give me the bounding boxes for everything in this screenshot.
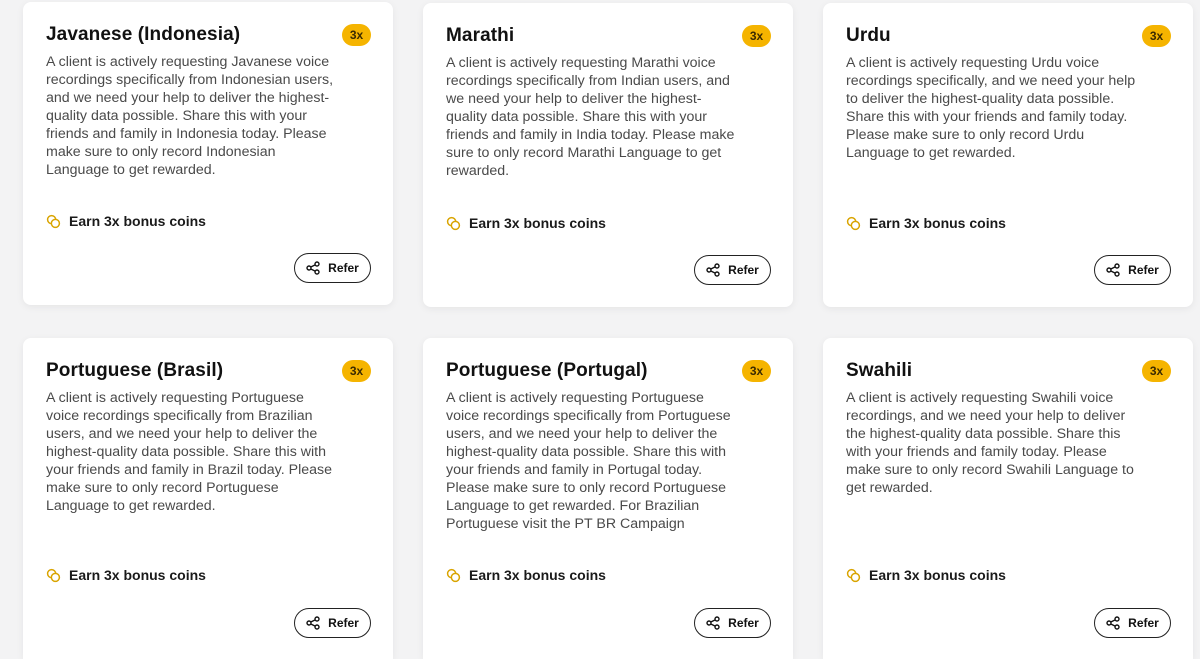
earn-label: Earn 3x bonus coins — [69, 567, 206, 583]
earn-bonus-row: Earn 3x bonus coins — [46, 213, 206, 229]
refer-button[interactable]: Refer — [694, 255, 771, 285]
campaign-card-javanese[interactable]: Javanese (Indonesia) 3x A client is acti… — [23, 2, 393, 305]
earn-bonus-row: Earn 3x bonus coins — [46, 567, 206, 583]
earn-label: Earn 3x bonus coins — [469, 567, 606, 583]
share-icon — [1106, 263, 1120, 277]
earn-bonus-row: Earn 3x bonus coins — [846, 567, 1006, 583]
coins-icon — [446, 568, 461, 582]
campaign-card-urdu[interactable]: Urdu 3x A client is actively requesting … — [823, 3, 1193, 307]
card-description: A client is actively requesting Portugue… — [446, 390, 731, 532]
refer-label: Refer — [1128, 263, 1159, 277]
refer-button[interactable]: Refer — [294, 608, 371, 638]
multiplier-badge: 3x — [742, 25, 771, 47]
earn-label: Earn 3x bonus coins — [69, 213, 206, 229]
campaign-card-portuguese-portugal[interactable]: Portuguese (Portugal) 3x A client is act… — [423, 338, 793, 659]
multiplier-badge: 3x — [742, 360, 771, 382]
card-description: A client is actively requesting Javanese… — [46, 54, 334, 178]
refer-label: Refer — [328, 616, 359, 630]
share-icon — [706, 616, 720, 630]
card-description: A client is actively requesting Marathi … — [446, 55, 735, 179]
earn-label: Earn 3x bonus coins — [469, 215, 606, 231]
card-description: A client is actively requesting Portugue… — [46, 390, 332, 514]
campaign-card-marathi[interactable]: Marathi 3x A client is actively requesti… — [423, 3, 793, 307]
card-title: Marathi — [446, 25, 515, 46]
coins-icon — [46, 214, 61, 228]
refer-label: Refer — [1128, 616, 1159, 630]
card-description: A client is actively requesting Urdu voi… — [846, 55, 1136, 161]
refer-button[interactable]: Refer — [294, 253, 371, 283]
refer-button[interactable]: Refer — [1094, 255, 1171, 285]
refer-button[interactable]: Refer — [1094, 608, 1171, 638]
earn-label: Earn 3x bonus coins — [869, 567, 1006, 583]
coins-icon — [46, 568, 61, 582]
card-title: Javanese (Indonesia) — [46, 24, 241, 45]
share-icon — [306, 616, 320, 630]
coins-icon — [446, 216, 461, 230]
campaign-grid: Javanese (Indonesia) 3x A client is acti… — [0, 0, 1200, 659]
card-description: A client is actively requesting Swahili … — [846, 390, 1134, 496]
coins-icon — [846, 216, 861, 230]
multiplier-badge: 3x — [1142, 25, 1171, 47]
share-icon — [1106, 616, 1120, 630]
campaign-card-portuguese-brasil[interactable]: Portuguese (Brasil) 3x A client is activ… — [23, 338, 393, 659]
earn-bonus-row: Earn 3x bonus coins — [846, 215, 1006, 231]
multiplier-badge: 3x — [342, 24, 371, 46]
share-icon — [706, 263, 720, 277]
campaign-card-swahili[interactable]: Swahili 3x A client is actively requesti… — [823, 338, 1193, 659]
card-title: Portuguese (Brasil) — [46, 360, 224, 381]
multiplier-badge: 3x — [1142, 360, 1171, 382]
share-icon — [306, 261, 320, 275]
refer-label: Refer — [328, 261, 359, 275]
card-title: Portuguese (Portugal) — [446, 360, 648, 381]
earn-label: Earn 3x bonus coins — [869, 215, 1006, 231]
multiplier-badge: 3x — [342, 360, 371, 382]
card-title: Swahili — [846, 360, 913, 381]
refer-button[interactable]: Refer — [694, 608, 771, 638]
earn-bonus-row: Earn 3x bonus coins — [446, 215, 606, 231]
card-title: Urdu — [846, 25, 891, 46]
coins-icon — [846, 568, 861, 582]
refer-label: Refer — [728, 263, 759, 277]
earn-bonus-row: Earn 3x bonus coins — [446, 567, 606, 583]
refer-label: Refer — [728, 616, 759, 630]
